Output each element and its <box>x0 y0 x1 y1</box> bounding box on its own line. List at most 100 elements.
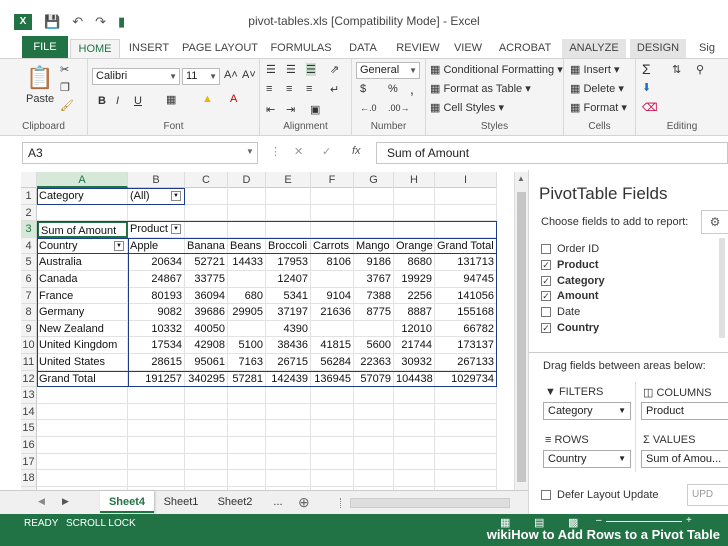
grid-cell[interactable] <box>394 188 435 205</box>
sheet-tab-sheet4[interactable]: Sheet4 <box>100 491 154 513</box>
pivot-row-label-cell[interactable]: United Kingdom <box>37 337 128 354</box>
orientation-icon[interactable]: ⇗ <box>330 63 339 76</box>
pivot-value-cell[interactable]: 66782 <box>435 320 497 338</box>
scroll-tabs-right-icon[interactable]: ▶ <box>62 496 69 507</box>
row-header-17[interactable]: 17 <box>21 453 37 471</box>
grid-cell[interactable] <box>228 188 266 205</box>
pivot-values-label[interactable]: Sum of Amount <box>37 221 128 238</box>
row-header-1[interactable]: 1 <box>21 188 37 205</box>
sheet-tab-more[interactable]: ... <box>266 491 290 513</box>
insert-function-button[interactable]: fx <box>352 145 361 157</box>
grid-cell[interactable] <box>435 420 497 437</box>
tab-review[interactable]: REVIEW <box>392 39 444 58</box>
grid-cell[interactable] <box>394 403 435 421</box>
tab-sig[interactable]: Sig <box>692 39 722 58</box>
grid-cell[interactable] <box>37 420 128 437</box>
pivot-value-cell[interactable]: 155168 <box>435 304 497 321</box>
formula-input[interactable]: Sum of Amount <box>376 142 728 164</box>
field-checkbox-product[interactable]: ✓ <box>541 259 551 270</box>
defer-layout-checkbox[interactable] <box>541 490 551 500</box>
tab-splitter[interactable] <box>340 498 344 508</box>
pivot-value-cell[interactable]: 5341 <box>266 287 311 305</box>
pivot-value-cell[interactable]: 38436 <box>266 337 311 354</box>
gear-icon[interactable]: ⚙ <box>701 210 728 234</box>
paste-button[interactable]: Paste <box>26 93 54 105</box>
field-checkbox-date[interactable] <box>541 307 551 318</box>
field-checkbox-category[interactable]: ✓ <box>541 275 551 286</box>
tab-analyze[interactable]: ANALYZE <box>562 39 626 58</box>
tab-formulas[interactable]: FORMULAS <box>268 39 334 58</box>
grid-cell[interactable] <box>394 204 435 222</box>
grand-total-cell[interactable]: 1029734 <box>435 370 497 388</box>
grid-cell[interactable] <box>354 420 394 437</box>
grid-cell[interactable] <box>435 437 497 454</box>
pivot-value-cell[interactable]: 12010 <box>394 320 435 338</box>
row-header-6[interactable]: 6 <box>21 271 37 288</box>
row-header-8[interactable]: 8 <box>21 304 37 321</box>
grid-cell[interactable] <box>394 420 435 437</box>
row-header-5[interactable]: 5 <box>21 254 37 271</box>
filters-area-field[interactable]: Category ▼ <box>543 402 631 420</box>
grid-cell[interactable] <box>37 387 128 404</box>
grand-total-cell[interactable]: 57281 <box>228 370 266 388</box>
align-left-icon[interactable]: ≡ <box>266 83 272 95</box>
grand-total-cell[interactable]: Grand Total <box>37 370 128 388</box>
grid-cell[interactable] <box>128 387 185 404</box>
field-label[interactable]: Amount <box>557 290 599 302</box>
grid-cell[interactable] <box>266 204 311 222</box>
grid-cell[interactable] <box>185 420 228 437</box>
pivot-value-cell[interactable]: 5100 <box>228 337 266 354</box>
insert-cells-button[interactable]: ▦ Insert ▾ <box>570 63 620 76</box>
grid-cell[interactable] <box>311 453 354 471</box>
grid-cell[interactable] <box>354 204 394 222</box>
vertical-scrollbar[interactable]: ▲ <box>514 172 528 490</box>
grand-total-cell[interactable]: 57079 <box>354 370 394 388</box>
autosum-icon[interactable]: Σ <box>642 61 651 77</box>
pivot-value-cell[interactable]: 22363 <box>354 354 394 371</box>
pivot-value-cell[interactable]: 680 <box>228 287 266 305</box>
pivot-column-header[interactable]: Broccoli <box>266 237 311 255</box>
increase-indent-icon[interactable]: ⇥ <box>286 103 295 116</box>
format-cells-button[interactable]: ▦ Format ▾ <box>570 101 627 114</box>
row-header-2[interactable]: 2 <box>21 204 37 222</box>
grid-cell[interactable] <box>228 204 266 222</box>
column-header-c[interactable]: C <box>185 172 228 188</box>
grid-cell[interactable] <box>354 437 394 454</box>
grid-cell[interactable] <box>185 188 228 205</box>
tab-home[interactable]: HOME <box>70 39 120 58</box>
pivot-value-cell[interactable]: 36094 <box>185 287 228 305</box>
pivot-row-label[interactable]: Country ▼ <box>37 237 128 255</box>
grid-cell[interactable] <box>185 470 228 487</box>
name-box-dropdown-icon[interactable]: ▼ <box>246 147 254 156</box>
increase-decimal-icon[interactable]: ←.0 <box>360 103 377 113</box>
values-area-field[interactable]: Sum of Amou... <box>641 450 728 468</box>
scroll-tabs-left-icon[interactable]: ◀ <box>38 496 45 507</box>
grid-cell[interactable] <box>394 453 435 471</box>
grid-cell[interactable] <box>266 420 311 437</box>
grid-cell[interactable] <box>435 221 497 238</box>
field-label[interactable]: Category <box>557 275 605 287</box>
conditional-formatting-button[interactable]: ▦ Conditional Formatting ▾ <box>430 63 563 76</box>
column-header-g[interactable]: G <box>354 172 394 188</box>
grid-cell[interactable] <box>354 188 394 205</box>
grid-cell[interactable] <box>354 403 394 421</box>
select-all-corner[interactable] <box>21 172 37 188</box>
grid-cell[interactable] <box>266 453 311 471</box>
row-filter-dropdown-icon[interactable]: ▼ <box>114 240 124 251</box>
pivot-value-cell[interactable]: 131713 <box>435 254 497 271</box>
pivot-value-cell[interactable]: 3767 <box>354 271 394 288</box>
pivot-row-label-cell[interactable]: United States <box>37 354 128 371</box>
name-box[interactable]: A3 <box>22 142 258 164</box>
field-checkbox-country[interactable]: ✓ <box>541 323 551 333</box>
row-header-15[interactable]: 15 <box>21 420 37 437</box>
grid-cell[interactable] <box>311 204 354 222</box>
grid-cell[interactable] <box>435 387 497 404</box>
grid-cell[interactable] <box>311 437 354 454</box>
grid-cell[interactable] <box>394 470 435 487</box>
enter-icon[interactable]: ✓ <box>322 145 331 158</box>
column-header-a[interactable]: A <box>37 172 128 188</box>
pivot-value-cell[interactable]: 8680 <box>394 254 435 271</box>
decrease-decimal-icon[interactable]: .00→ <box>388 103 410 113</box>
decrease-indent-icon[interactable]: ⇤ <box>266 103 275 116</box>
merge-center-icon[interactable]: ▣ <box>310 103 320 116</box>
